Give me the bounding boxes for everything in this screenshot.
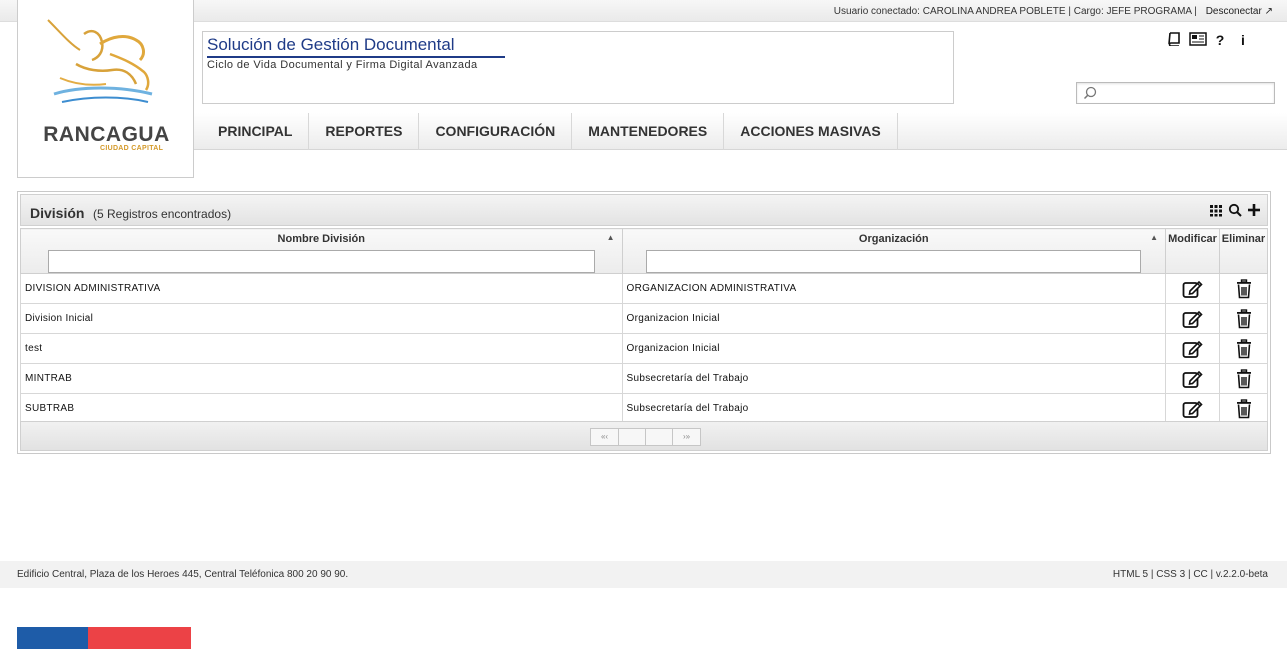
nav-item-principal[interactable]: PRINCIPAL (202, 113, 310, 150)
flag-red (88, 627, 191, 649)
modify-cell (1165, 393, 1220, 424)
add-icon[interactable] (1247, 203, 1261, 217)
modify-cell (1165, 273, 1220, 304)
info-icon[interactable]: i (1235, 32, 1251, 48)
pager-next-button[interactable] (645, 428, 673, 446)
cell-organization: Organizacion Inicial (621, 303, 1167, 334)
logo-subtitle: CIUDAD CAPITAL (100, 145, 164, 152)
delete-cell (1219, 303, 1268, 334)
column-header-org-label: Organización (858, 233, 929, 245)
logo[interactable]: RANCAGUA CIUDAD CAPITAL (17, 0, 194, 178)
search-box (1076, 82, 1275, 104)
footer-meta: HTML 5 | CSS 3 | CC | v.2.2.0-beta (1112, 569, 1268, 580)
column-header-name[interactable]: Nombre División ▲︎ (20, 228, 623, 274)
edit-icon[interactable] (1182, 370, 1204, 388)
cell-organization: Organizacion Inicial (621, 333, 1167, 364)
filter-search-icon[interactable] (1228, 203, 1242, 217)
user-info: Usuario conectado: CAROLINA ANDREA POBLE… (834, 6, 1273, 17)
logout-label: Desconectar (1205, 6, 1262, 17)
page: Usuario conectado: CAROLINA ANDREA POBLE… (0, 0, 1287, 653)
cell-division-name: test (20, 333, 623, 364)
column-header-delete: Eliminar (1219, 228, 1268, 274)
table-row[interactable]: DIVISION ADMINISTRATIVA ORGANIZACION ADMI… (20, 273, 1268, 304)
division-panel: División (5 Registros encontrados) Nombr… (17, 191, 1271, 454)
user-info-text: Usuario conectado: CAROLINA ANDREA POBLE… (833, 6, 1197, 17)
pager: «‹ ›» (590, 428, 701, 446)
table-row[interactable]: test Organizacion Inicial (20, 333, 1268, 364)
delete-cell (1219, 363, 1268, 394)
horseman-emblem-icon (47, 19, 153, 103)
nav-item-configuracion[interactable]: CONFIGURACIÓN (419, 113, 573, 150)
trash-icon[interactable] (1235, 338, 1253, 358)
modify-cell (1165, 303, 1220, 334)
table-row[interactable]: MINTRAB Subsecretaría del Trabajo (20, 363, 1268, 394)
delete-cell (1219, 393, 1268, 424)
delete-cell (1219, 333, 1268, 364)
nav-item-acciones-masivas[interactable]: ACCIONES MASIVAS (724, 113, 898, 150)
logout-icon: ↗ (1264, 6, 1273, 17)
trash-icon[interactable] (1235, 308, 1253, 328)
panel-header: División (5 Registros encontrados) (20, 194, 1268, 226)
edit-icon[interactable] (1182, 280, 1204, 298)
book-icon[interactable] (1166, 32, 1182, 48)
modify-cell (1165, 363, 1220, 394)
footer-address: Edificio Central, Plaza de los Heroes 44… (17, 569, 349, 580)
sort-icon[interactable]: ▲︎ (1150, 233, 1158, 242)
table-row[interactable]: SUBTRAB Subsecretaría del Trabajo (20, 393, 1268, 424)
cell-organization: ORGANIZACION ADMINISTRATIVA (621, 273, 1167, 304)
sort-icon[interactable]: ▲︎ (607, 233, 615, 242)
cell-organization: Subsecretaría del Trabajo (621, 363, 1167, 394)
column-header-modify: Modificar (1165, 228, 1220, 274)
cell-division-name: DIVISION ADMINISTRATIVA (20, 273, 623, 304)
main-nav: PRINCIPAL REPORTES CONFIGURACIÓN MANTENE… (194, 113, 1287, 150)
cell-organization: Subsecretaría del Trabajo (621, 393, 1167, 424)
cell-division-name: SUBTRAB (20, 393, 623, 424)
search-input[interactable] (1099, 85, 1271, 101)
app-subtitle: Ciclo de Vida Documental y Firma Digital… (207, 59, 478, 71)
header-icons: ? i (1166, 32, 1251, 48)
footer: Edificio Central, Plaza de los Heroes 44… (0, 561, 1287, 588)
pager-first-button[interactable]: «‹ (590, 428, 619, 446)
delete-cell (1219, 273, 1268, 304)
flag-blue (17, 627, 88, 649)
logout-link[interactable]: Desconectar ↗ (1206, 6, 1273, 17)
record-count: (5 Registros encontrados) (93, 207, 232, 221)
column-header-org[interactable]: Organización ▲︎ (621, 228, 1167, 274)
app-title: Solución de Gestión Documental (207, 35, 505, 58)
table-header-row: Nombre División ▲︎ Organización ▲︎ Modif… (20, 228, 1268, 274)
edit-icon[interactable] (1182, 310, 1204, 328)
nav-item-reportes[interactable]: REPORTES (309, 113, 420, 150)
panel-footer: «‹ ›» (20, 421, 1268, 451)
trash-icon[interactable] (1235, 368, 1253, 388)
cell-division-name: MINTRAB (20, 363, 623, 394)
nav-item-mantenedores[interactable]: MANTENEDORES (572, 113, 725, 150)
org-filter-input[interactable] (646, 250, 1142, 273)
search-icon (1083, 86, 1097, 100)
name-filter-input[interactable] (47, 250, 595, 273)
table-row[interactable]: Division Inicial Organizacion Inicial (20, 303, 1268, 334)
pager-prev-button[interactable] (618, 428, 646, 446)
flag-stripe (17, 627, 191, 649)
panel-tools (1209, 203, 1261, 217)
logo-name: RANCAGUA (43, 123, 170, 146)
edit-icon[interactable] (1182, 400, 1204, 418)
trash-icon[interactable] (1235, 398, 1253, 418)
app-title-box: Solución de Gestión Documental Ciclo de … (202, 31, 954, 104)
help-icon[interactable]: ? (1212, 32, 1228, 48)
trash-icon[interactable] (1235, 278, 1253, 298)
panel-title: División (30, 205, 85, 221)
column-header-name-label: Nombre División (277, 233, 365, 245)
modify-cell (1165, 333, 1220, 364)
news-icon[interactable] (1189, 32, 1207, 48)
edit-icon[interactable] (1182, 340, 1204, 358)
pager-last-button[interactable]: ›» (672, 428, 701, 446)
cell-division-name: Division Inicial (20, 303, 623, 334)
division-table: Nombre División ▲︎ Organización ▲︎ Modif… (20, 228, 1268, 424)
columns-icon[interactable] (1209, 203, 1223, 217)
